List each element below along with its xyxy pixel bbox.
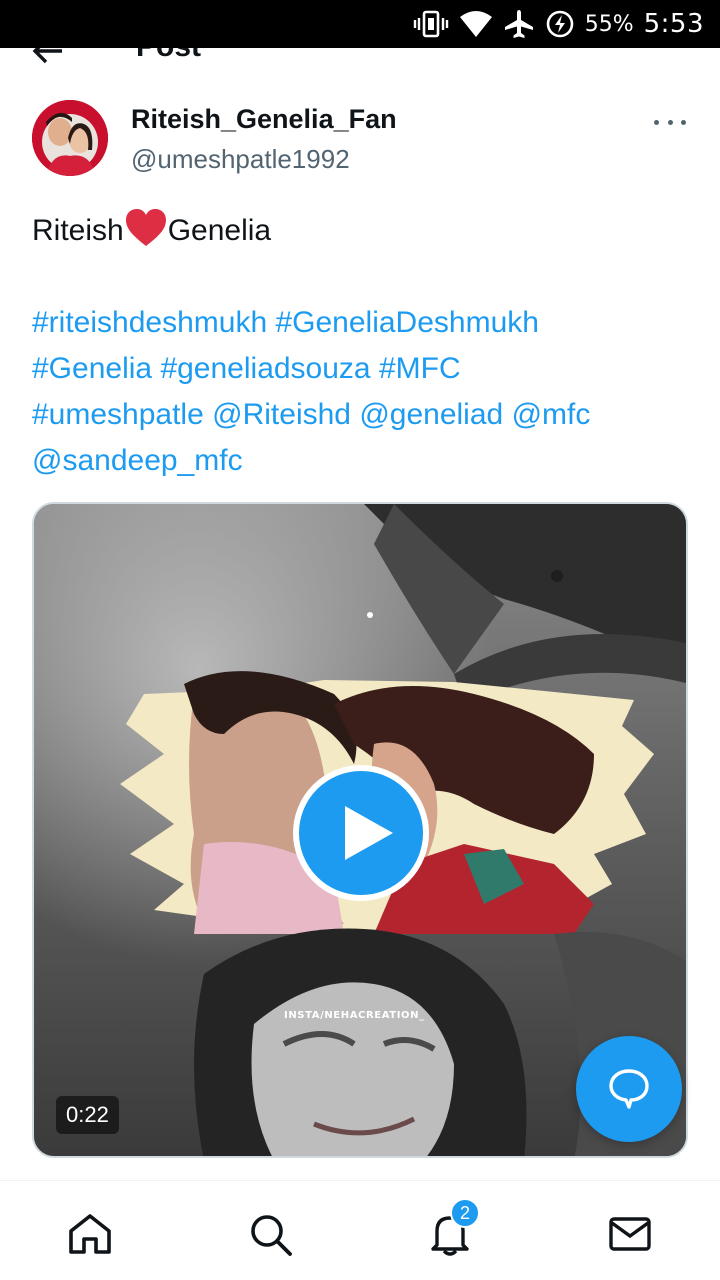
hashtag-link[interactable]: #GeneliaDeshmukh [275,306,538,339]
compose-reply-button[interactable] [576,1036,682,1142]
mention-link[interactable]: @geneliad [359,398,503,431]
wifi-icon [459,11,492,37]
airplane-icon [504,10,533,38]
status-bar: 55% 5:53 [0,0,720,48]
post-word-genelia: Genelia [167,214,272,247]
post-text: Riteish Genelia #riteishdeshmukh #Genelia… [32,208,682,484]
vibrate-icon [413,10,448,38]
hashtag-link[interactable]: #MFC [379,352,461,385]
battery-percent: 55% [584,11,634,37]
avatar-image [32,100,108,176]
post-text-line-3: #riteishdeshmukh #GeneliaDeshmukh [32,300,682,346]
nav-search[interactable] [247,1211,293,1257]
clock: 5:53 [643,9,704,39]
post-text-line-5: #umeshpatle @Riteishd @geneliad @mfc [32,392,682,438]
notifications-badge: 2 [450,1198,480,1228]
more-horizontal-icon[interactable] [652,108,688,136]
mention-link[interactable]: @sandeep_mfc [32,444,243,477]
nav-messages[interactable] [607,1211,653,1257]
author-handle[interactable]: @umeshpatle1992 [131,144,350,175]
compose-reply-icon [609,1069,649,1109]
avatar[interactable] [32,100,108,176]
post-text-line-4: #Genelia #geneliadsouza #MFC [32,346,682,392]
home-icon [69,1214,111,1254]
page-title: Post [136,48,201,64]
play-button[interactable] [293,765,429,901]
bottom-navigation [0,1180,720,1280]
search-icon [251,1215,292,1256]
post-text-line-6: @sandeep_mfc [32,438,682,484]
post-text-blank-line [32,254,682,300]
battery-charging-icon [546,10,574,38]
nav-home[interactable] [67,1211,113,1257]
hashtag-link[interactable]: #geneliadsouza [160,352,370,385]
video-watermark: INSTA/NEHACREATION_ [284,1010,425,1021]
mention-link[interactable]: @Riteishd [212,398,351,431]
post-text-line-1: Riteish Genelia [32,208,682,254]
mention-link[interactable]: @mfc [512,398,591,431]
author-display-name[interactable]: Riteish_Genelia_Fan [131,104,397,135]
arrow-left-icon[interactable] [30,48,64,68]
heart-emoji-icon [125,209,166,246]
hashtag-link[interactable]: #riteishdeshmukh [32,306,267,339]
top-app-bar: Post [0,48,720,68]
video-duration: 0:22 [56,1096,119,1134]
post-word-riteish: Riteish [32,214,124,247]
play-icon [345,806,393,860]
hashtag-link[interactable]: #umeshpatle [32,398,204,431]
mail-icon [609,1217,651,1251]
hashtag-link[interactable]: #Genelia [32,352,152,385]
